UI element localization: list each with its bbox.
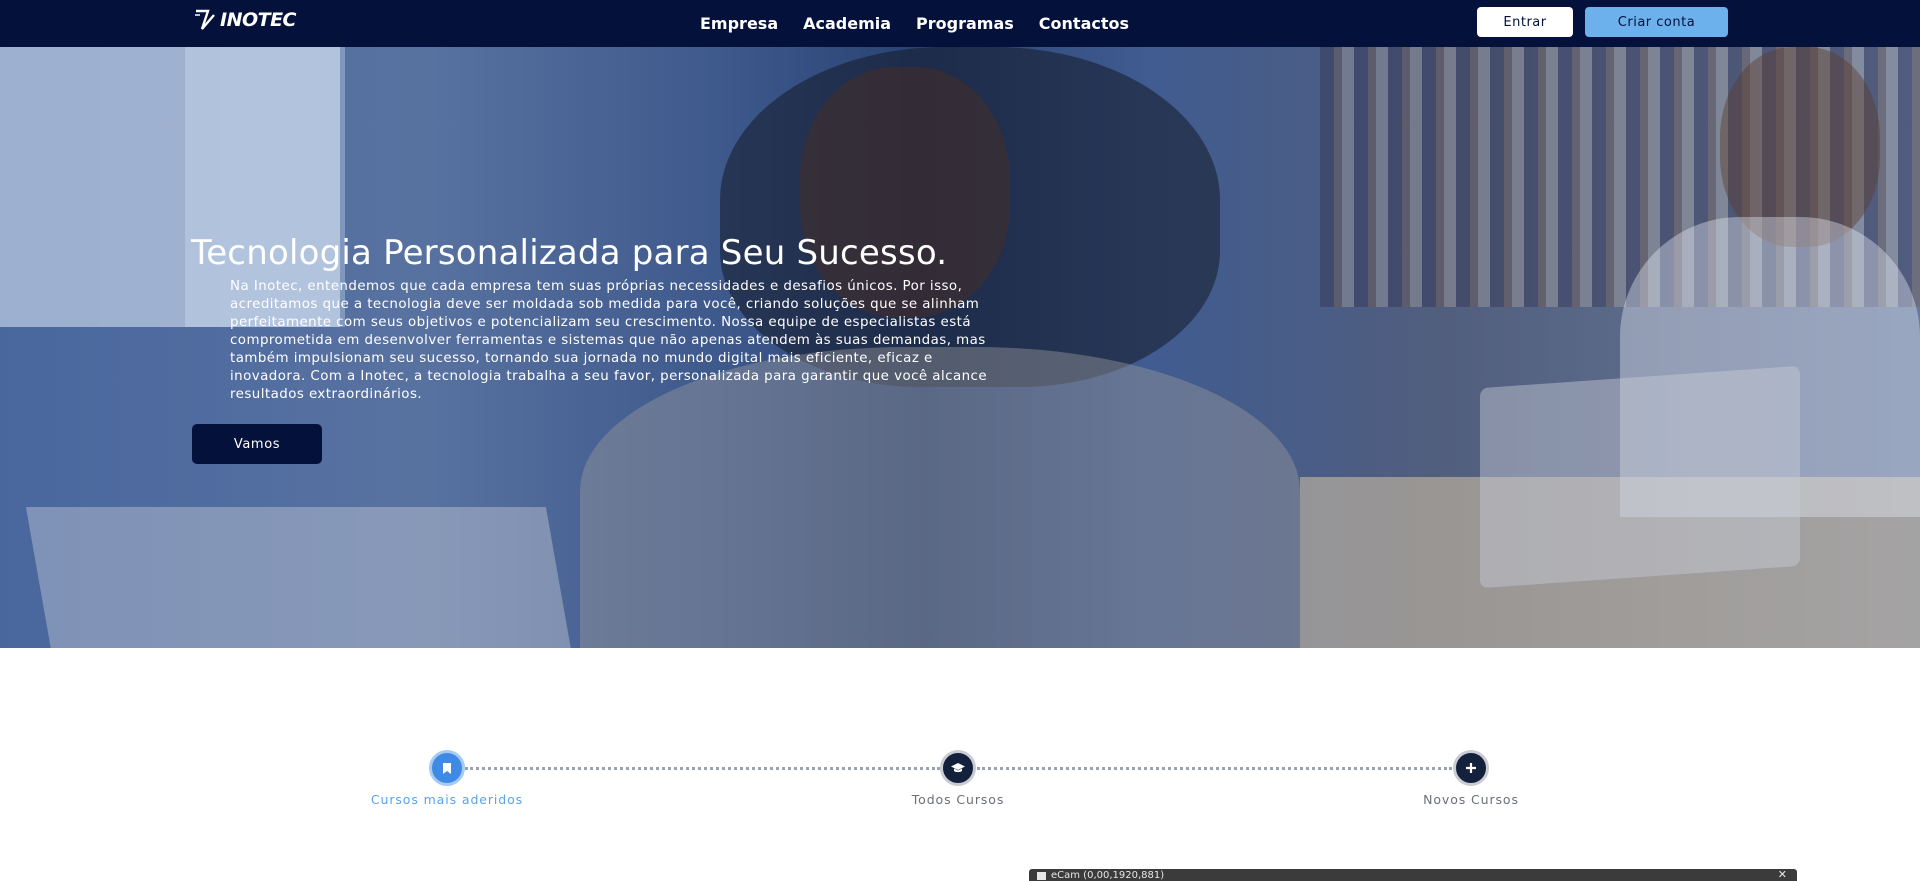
hero-cta-button[interactable]: Vamos <box>192 424 322 464</box>
step-label-new-courses[interactable]: Novos Cursos <box>1351 792 1591 807</box>
main-nav: Empresa Academia Programas Contactos <box>700 0 1154 47</box>
step-connector <box>465 767 940 770</box>
step-most-enrolled[interactable] <box>429 750 465 786</box>
login-button[interactable]: Entrar <box>1477 7 1573 37</box>
nav-link-contactos[interactable]: Contactos <box>1039 14 1129 33</box>
background-laptop <box>1480 365 1800 589</box>
logo-mark-icon <box>195 9 215 30</box>
hero-paragraph: Na Inotec, entendemos que cada empresa t… <box>230 279 988 402</box>
graduation-cap-icon <box>951 763 965 773</box>
inotec-logo[interactable]: INOTEC <box>194 6 297 34</box>
step-label-all-courses[interactable]: Todos Cursos <box>838 792 1078 807</box>
step-all-courses[interactable] <box>940 750 976 786</box>
foreground-laptop <box>25 507 575 648</box>
step-connector <box>977 767 1452 770</box>
nav-link-programas[interactable]: Programas <box>916 14 1014 33</box>
step-new-courses[interactable] <box>1453 750 1489 786</box>
nav-link-empresa[interactable]: Empresa <box>700 14 778 33</box>
plus-icon <box>1466 763 1476 773</box>
capture-window-title: eCam (0,00,1920,881) <box>1051 870 1165 881</box>
signup-button[interactable]: Criar conta <box>1585 7 1728 37</box>
top-navbar: INOTEC Empresa Academia Programas Contac… <box>0 0 1920 47</box>
hero-title: Tecnologia Personalizada para Seu Sucess… <box>191 233 948 273</box>
nav-link-academia[interactable]: Academia <box>803 14 891 33</box>
close-icon[interactable]: ✕ <box>1778 868 1787 881</box>
bookmark-icon <box>443 762 451 774</box>
logo-text: INOTEC <box>220 9 297 31</box>
capture-window-titlebar[interactable]: eCam (0,00,1920,881) ✕ <box>1029 868 1797 881</box>
step-label-most-enrolled[interactable]: Cursos mais aderidos <box>327 792 567 807</box>
hero-banner: Tecnologia Personalizada para Seu Sucess… <box>0 47 1920 648</box>
window-icon <box>1037 872 1046 880</box>
course-steps: Cursos mais aderidos Todos Cursos Novos … <box>0 648 1920 881</box>
